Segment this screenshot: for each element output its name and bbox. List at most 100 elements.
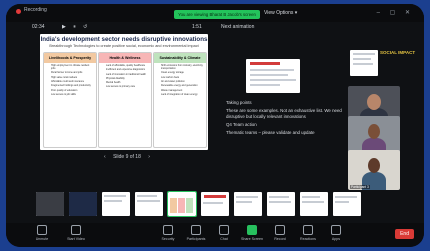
control-label: Apps bbox=[331, 237, 341, 241]
list-item: Rural farmer income and jobs bbox=[51, 71, 94, 74]
slide-counter: Slide 9 of 18 bbox=[113, 154, 141, 160]
filmstrip-thumbnail-active[interactable] bbox=[167, 191, 197, 217]
record-button[interactable]: Record bbox=[268, 225, 292, 241]
thumb-line bbox=[137, 200, 160, 202]
thumb-title-bar bbox=[204, 195, 226, 198]
reactions-button[interactable]: Reactions bbox=[296, 225, 320, 241]
thumb-line bbox=[236, 201, 252, 203]
participants-button[interactable]: Participants bbox=[184, 225, 208, 241]
prev-slide-icon[interactable]: ‹ bbox=[104, 154, 106, 160]
list-item: Physical disability bbox=[106, 77, 149, 80]
preview-line bbox=[250, 74, 288, 76]
thumb-image bbox=[69, 192, 97, 216]
list-item: Waste management bbox=[161, 89, 204, 92]
presenter-tools[interactable]: ▶ ⏸ ↺ bbox=[62, 24, 90, 30]
speaker-notes: Taking points These are some examples. N… bbox=[226, 100, 344, 138]
thumb-line bbox=[203, 202, 223, 204]
control-label: Reactions bbox=[300, 237, 316, 241]
thumb-line bbox=[353, 63, 373, 65]
notes-line: Taking points bbox=[226, 100, 252, 105]
record-icon bbox=[275, 225, 285, 235]
slide-title: India's development sector needs disrupt… bbox=[40, 36, 208, 43]
side-slide-thumbnail[interactable] bbox=[350, 50, 378, 76]
recording-indicator-icon bbox=[16, 9, 21, 14]
list-item: Lack of affordable, quality healthcare bbox=[106, 64, 149, 67]
start-video-button[interactable]: Start Video bbox=[64, 225, 88, 241]
filmstrip-thumbnail[interactable] bbox=[300, 192, 328, 216]
thumb-line bbox=[137, 195, 157, 197]
column-health: Health & Wellness Lack of affordable, qu… bbox=[98, 52, 152, 148]
thumb-column bbox=[178, 198, 185, 213]
unmute-button[interactable]: Unmute bbox=[30, 225, 54, 241]
participant-name: Participant 3 bbox=[350, 185, 370, 189]
list-item: Inefficient and expensive diagnostics bbox=[106, 68, 149, 71]
chat-button[interactable]: Chat bbox=[212, 225, 236, 241]
preview-line bbox=[250, 79, 296, 81]
apps-button[interactable]: Apps bbox=[324, 225, 348, 241]
security-button[interactable]: Security bbox=[156, 225, 180, 241]
end-meeting-button[interactable]: End bbox=[395, 229, 414, 239]
list-item: Lack of innovation in traditional health bbox=[106, 73, 149, 76]
current-slide: India's development sector needs disrupt… bbox=[40, 34, 208, 150]
thumb-line bbox=[353, 58, 371, 60]
recording-label: Recording bbox=[24, 7, 47, 13]
thumb-line bbox=[104, 200, 122, 202]
preview-line bbox=[250, 69, 294, 71]
list-item: Fragmented holdings and productivity bbox=[51, 84, 94, 87]
thumb-line bbox=[353, 53, 375, 55]
apps-icon bbox=[331, 225, 341, 235]
filmstrip-thumbnail[interactable] bbox=[267, 192, 295, 216]
column-heading: Sustainability & Climate bbox=[154, 53, 206, 63]
smiley-icon bbox=[303, 225, 313, 235]
view-options-button[interactable]: View Options ▾ bbox=[264, 10, 297, 16]
filmstrip-thumbnail[interactable] bbox=[102, 192, 130, 216]
list-item: Air and water pollution bbox=[161, 80, 204, 83]
control-label: Record bbox=[274, 237, 286, 241]
list-item: High employment in climate resilient job… bbox=[51, 64, 94, 70]
share-screen-icon bbox=[247, 225, 257, 235]
column-heading: Health & Wellness bbox=[99, 53, 151, 63]
screen-share-banner: You are viewing Bharat B Jacob's screen bbox=[174, 10, 260, 19]
thumb-column bbox=[170, 198, 177, 213]
thumb-line bbox=[335, 201, 349, 203]
thumb-line bbox=[335, 196, 357, 198]
list-item: Shift emissions from industry, electrici… bbox=[161, 64, 204, 70]
share-screen-button[interactable]: Share Screen bbox=[240, 225, 264, 241]
filmstrip-thumbnail[interactable] bbox=[36, 192, 64, 216]
participant-video[interactable]: Participant 3 bbox=[348, 150, 400, 190]
camera-icon bbox=[71, 225, 81, 235]
control-label: Chat bbox=[220, 237, 228, 241]
window-controls[interactable]: – ▢ ✕ bbox=[377, 9, 414, 16]
top-bar: Recording You are viewing Bharat B Jacob… bbox=[6, 4, 424, 22]
avatar bbox=[367, 94, 381, 110]
filmstrip-thumbnail[interactable] bbox=[69, 192, 97, 216]
column-heading: Livelihoods & Prosperity bbox=[44, 53, 96, 63]
slide-subtitle: Breakthrough Technologies to create posi… bbox=[49, 44, 199, 48]
column-livelihoods: Livelihoods & Prosperity High employment… bbox=[43, 52, 97, 148]
meeting-controls-bar: Unmute Start Video Security Participants… bbox=[6, 223, 424, 247]
elapsed-timer: 02:34 bbox=[32, 24, 45, 30]
filmstrip-thumbnail[interactable] bbox=[201, 192, 229, 216]
zoom-window: Recording You are viewing Bharat B Jacob… bbox=[6, 4, 424, 247]
slide-navigation: ‹ Slide 9 of 18 › bbox=[101, 154, 153, 160]
filmstrip-thumbnail[interactable] bbox=[135, 192, 163, 216]
list-item: Low carbon fuels bbox=[161, 76, 204, 79]
thumb-line bbox=[302, 196, 320, 198]
column-sustainability: Sustainability & Climate Shift emissions… bbox=[153, 52, 207, 148]
shield-icon bbox=[163, 225, 173, 235]
next-slide-icon[interactable]: › bbox=[148, 154, 150, 160]
next-slide-preview[interactable] bbox=[246, 59, 300, 93]
control-label: Share Screen bbox=[241, 237, 263, 241]
list-item: Mental health bbox=[106, 81, 149, 84]
preview-line bbox=[250, 84, 280, 86]
microphone-icon bbox=[37, 225, 47, 235]
control-label: Unmute bbox=[35, 237, 49, 241]
filmstrip-thumbnail[interactable] bbox=[333, 192, 361, 216]
thumb-line bbox=[269, 201, 291, 203]
list-item: Lack of integration of clean energy bbox=[161, 93, 204, 96]
control-label: Security bbox=[161, 237, 175, 241]
filmstrip-thumbnail[interactable] bbox=[234, 192, 262, 216]
thumb-line bbox=[302, 201, 324, 203]
list-item: Low access to primary care bbox=[106, 85, 149, 88]
side-slide-label: SOCIAL IMPACT bbox=[380, 50, 416, 55]
